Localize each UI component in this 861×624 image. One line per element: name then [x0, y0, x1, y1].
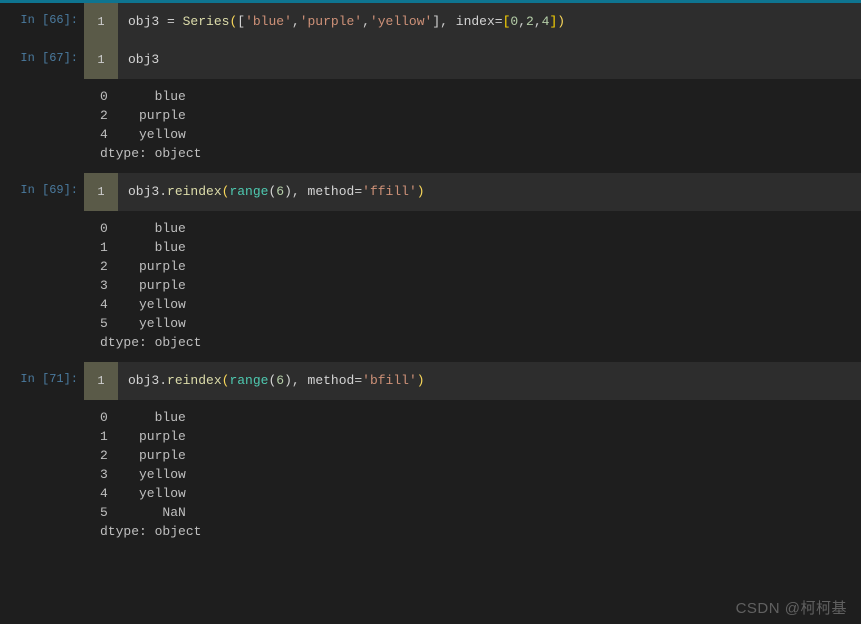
code-token: obj3 [128, 52, 159, 67]
code-token: [ [237, 14, 245, 29]
code-token: . [159, 184, 167, 199]
code-token: 'purple' [300, 14, 362, 29]
code-token: 'yellow' [370, 14, 432, 29]
code-token: , [292, 184, 308, 199]
code-token: Series [183, 14, 230, 29]
code-token: 'bfill' [362, 373, 417, 388]
csdn-watermark: CSDN @柯柯基 [736, 597, 847, 618]
code-token: reindex [167, 184, 222, 199]
code-token: reindex [167, 373, 222, 388]
code-token: ) [284, 373, 292, 388]
line-number-gutter: 1 [84, 41, 118, 79]
code-token: , [292, 14, 300, 29]
code-input[interactable]: obj3.reindex(range(6), method='ffill') [118, 173, 861, 211]
code-token: obj3 [128, 373, 159, 388]
input-prompt: In [69]: [0, 173, 84, 211]
code-token: ) [417, 373, 425, 388]
code-token: 6 [276, 373, 284, 388]
line-number-gutter: 1 [84, 362, 118, 400]
cell-output: 0 blue 1 purple 2 purple 3 yellow 4 yell… [0, 400, 861, 551]
code-token: , [292, 373, 308, 388]
code-input[interactable]: obj3 = Series(['blue','purple','yellow']… [118, 3, 861, 41]
code-token: method [308, 184, 355, 199]
code-token: = [354, 373, 362, 388]
notebook-body: In [66]:1obj3 = Series(['blue','purple',… [0, 3, 861, 551]
code-token: , [362, 14, 370, 29]
code-token: . [159, 373, 167, 388]
line-number-gutter: 1 [84, 3, 118, 41]
code-token: ) [557, 14, 565, 29]
code-input[interactable]: obj3.reindex(range(6), method='bfill') [118, 362, 861, 400]
input-prompt: In [66]: [0, 3, 84, 41]
code-token: = [354, 184, 362, 199]
code-token: 'blue' [245, 14, 292, 29]
code-token: ) [284, 184, 292, 199]
code-token: obj3 [128, 14, 167, 29]
code-token: range [229, 373, 268, 388]
code-token: = [167, 14, 183, 29]
code-token: 'ffill' [362, 184, 417, 199]
code-token: ) [417, 184, 425, 199]
code-token: ] [432, 14, 440, 29]
code-token: , [518, 14, 526, 29]
code-token: obj3 [128, 184, 159, 199]
input-prompt: In [71]: [0, 362, 84, 400]
code-input[interactable]: obj3 [118, 41, 861, 79]
code-token: range [229, 184, 268, 199]
cell-output: 0 blue 2 purple 4 yellow dtype: object [0, 79, 861, 173]
code-token: = [495, 14, 503, 29]
code-token: , [534, 14, 542, 29]
code-token: index [456, 14, 495, 29]
line-number-gutter: 1 [84, 173, 118, 211]
code-token: 2 [526, 14, 534, 29]
input-prompt: In [67]: [0, 41, 84, 79]
code-token: , [440, 14, 456, 29]
cell-output: 0 blue 1 blue 2 purple 3 purple 4 yellow… [0, 211, 861, 362]
code-token: method [308, 373, 355, 388]
code-token: 6 [276, 184, 284, 199]
